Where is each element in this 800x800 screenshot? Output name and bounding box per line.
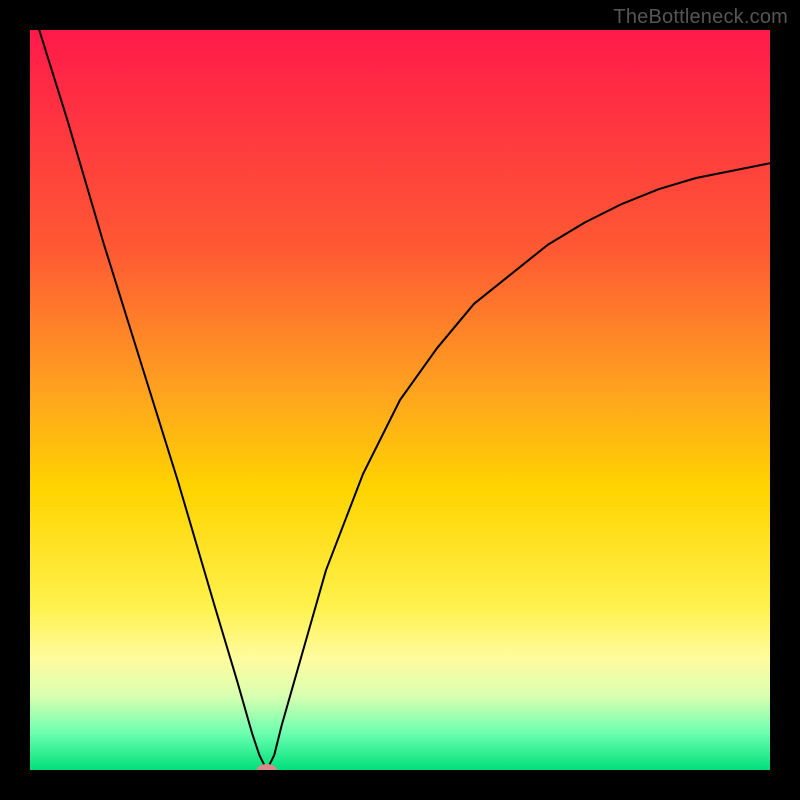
- chart-frame: TheBottleneck.com: [0, 0, 800, 800]
- watermark-text: TheBottleneck.com: [613, 6, 788, 29]
- plot-area: [30, 30, 770, 770]
- chart-svg: [30, 30, 770, 770]
